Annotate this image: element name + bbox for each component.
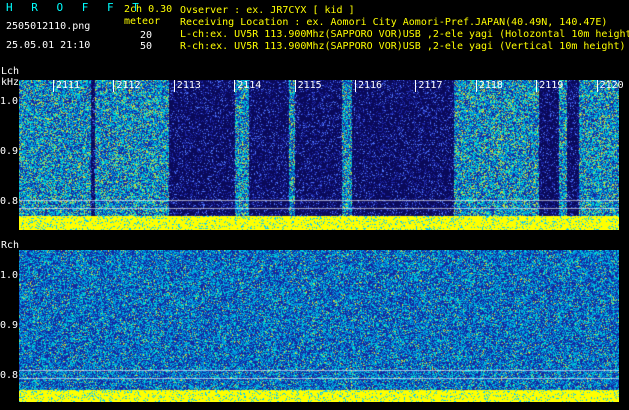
lch-time-label: 2113 xyxy=(176,80,201,91)
lch-time-label: 2117 xyxy=(418,80,443,91)
observer-label: Ovserver : ex. JR7CYX [ kid ] xyxy=(180,5,355,16)
lch-time-tick xyxy=(355,80,356,92)
lch-time-label: 2119 xyxy=(539,80,564,91)
rch-tick-3: 0.8 xyxy=(0,370,19,381)
lch-time-tick xyxy=(234,80,236,92)
version-label: 2ch 0.30 xyxy=(124,4,173,15)
lch-label: Lch xyxy=(1,66,20,77)
lch-time-tick xyxy=(475,80,477,92)
lch-time-tick xyxy=(53,80,54,92)
lch-spectrogram xyxy=(19,80,619,230)
datetime-label: 25.05.01 21:10 xyxy=(6,40,91,51)
lch-time-tick xyxy=(536,80,538,92)
lch-tick-1: 1.0 xyxy=(0,96,19,107)
lch-time-label: 2120 xyxy=(599,80,624,91)
lch-time-label: 2114 xyxy=(237,80,262,91)
lch-time-label: 2111 xyxy=(56,80,81,91)
lch-time-tick xyxy=(294,80,296,92)
lch-tick-2: 0.9 xyxy=(0,146,19,157)
lch-info-label: L-ch:ex. UV5R 113.900Mhz(SAPPORO VOR)USB… xyxy=(180,29,629,40)
lch-time-tick xyxy=(415,80,417,92)
rch-tick-1: 1.0 xyxy=(0,270,19,281)
value-top-label: 20 xyxy=(140,30,153,41)
lch-time-tick xyxy=(173,80,175,92)
rch-tick-2: 0.9 xyxy=(0,320,19,331)
lch-time-label: 2118 xyxy=(478,80,503,91)
lch-time-tick xyxy=(113,80,115,92)
filename-label: 2505012110.png xyxy=(6,21,91,32)
rch-spectrogram xyxy=(19,250,619,402)
rch-info-label: R-ch:ex. UV5R 113.900Mhz(SAPPORO VOR)USB… xyxy=(180,41,626,52)
lch-time-tick xyxy=(596,80,598,92)
location-label: Receiving Location : ex. Aomori City Aom… xyxy=(180,17,608,28)
mode-label: meteor xyxy=(124,16,161,27)
value-bottom-label: 50 xyxy=(140,41,153,52)
lch-time-label: 2116 xyxy=(358,80,383,91)
rch-label: Rch xyxy=(1,240,20,251)
lch-unit-label: kHz xyxy=(1,77,20,88)
lch-time-label: 2112 xyxy=(116,80,141,91)
lch-time-label: 2115 xyxy=(297,80,322,91)
lch-tick-3: 0.8 xyxy=(0,196,19,207)
